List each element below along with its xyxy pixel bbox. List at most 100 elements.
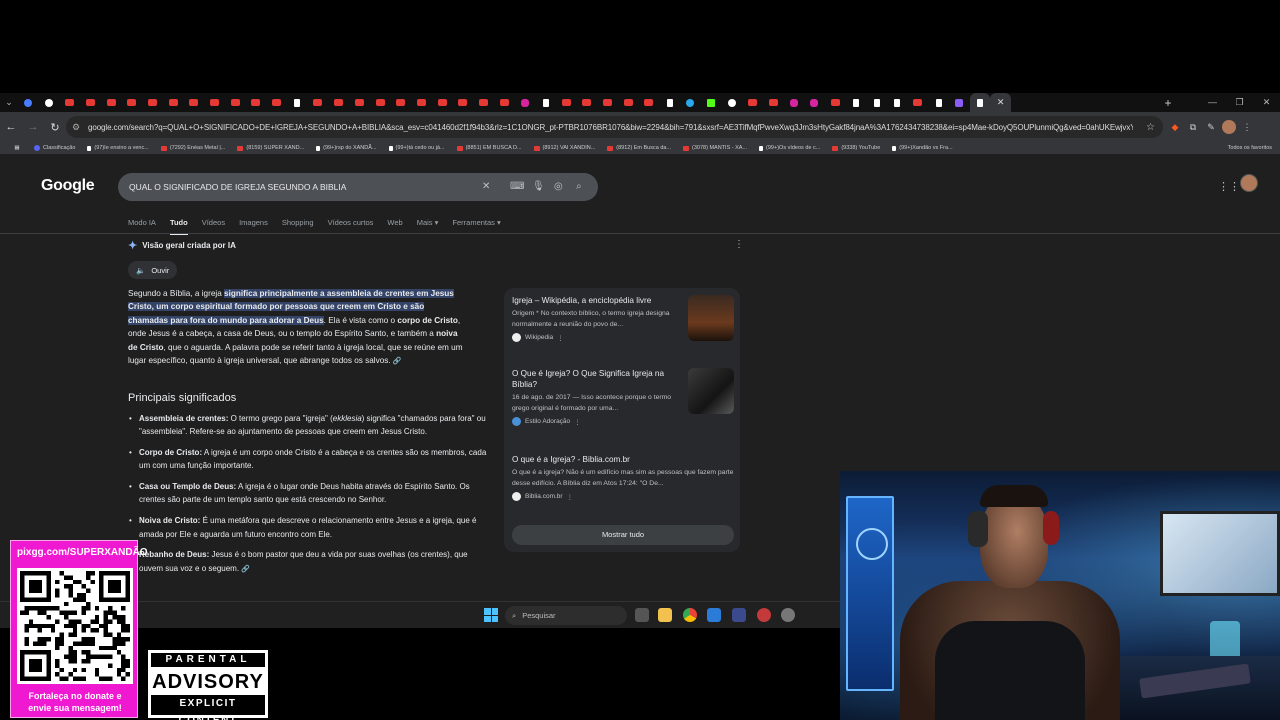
all-bookmarks-folder[interactable]: Todos os favoritos — [1228, 142, 1272, 154]
browser-tab[interactable] — [866, 93, 887, 112]
source-title[interactable]: O Que é Igreja? O Que Significa Igreja n… — [512, 368, 684, 390]
browser-tab[interactable] — [618, 93, 639, 112]
browser-tab[interactable] — [121, 93, 142, 112]
profile-avatar-icon[interactable] — [1222, 120, 1236, 134]
search-query[interactable]: QUAL O SIGNIFICADO DE IGREJA SEGUNDO A B… — [129, 182, 346, 192]
browser-tab[interactable] — [846, 93, 867, 112]
google-logo[interactable]: Google — [41, 177, 95, 195]
bookmark-star-icon[interactable]: ☆ — [1146, 122, 1155, 133]
browser-tab[interactable] — [18, 93, 39, 112]
minimize-icon[interactable]: — — [1199, 93, 1226, 112]
browser-tab[interactable] — [680, 93, 701, 112]
browser-tab[interactable] — [556, 93, 577, 112]
browser-tab[interactable] — [763, 93, 784, 112]
link-icon[interactable]: 🔗 — [239, 566, 250, 573]
browser-tab[interactable] — [246, 93, 267, 112]
source-card[interactable]: O que é a Igreja? - Biblia.com.br O que … — [512, 454, 734, 502]
windows-start-icon[interactable] — [484, 608, 498, 622]
account-avatar[interactable] — [1240, 174, 1258, 192]
file-explorer-icon[interactable] — [658, 608, 672, 622]
browser-tab[interactable] — [949, 93, 970, 112]
bookmark-item[interactable]: (99+)tá cedo ou já... — [388, 142, 445, 154]
search-tab[interactable]: Modo IA — [128, 218, 156, 231]
new-tab-button[interactable]: + — [1158, 96, 1178, 110]
link-icon[interactable]: 🔗 — [393, 358, 402, 365]
forward-icon[interactable]: → — [22, 112, 44, 142]
settings-icon[interactable] — [781, 608, 795, 622]
show-all-button[interactable]: Mostrar tudo — [512, 525, 734, 545]
menu-kebab-icon[interactable]: ⋮ — [1240, 120, 1254, 134]
address-bar[interactable]: ⚙ google.com/search?q=QUAL+O+SIGNIFICADO… — [66, 116, 1163, 138]
browser-tab[interactable] — [59, 93, 80, 112]
bookmark-item[interactable]: (97)Ie ensino a venc... — [87, 142, 149, 154]
search-tab[interactable]: Vídeos curtos — [328, 218, 374, 231]
clear-icon[interactable]: ✕ — [482, 173, 490, 201]
browser-tab[interactable] — [390, 93, 411, 112]
app-icon[interactable] — [732, 608, 746, 622]
more-icon[interactable]: ⋮ — [557, 334, 564, 342]
browser-tab[interactable] — [494, 93, 515, 112]
search-tab[interactable]: Imagens — [239, 218, 268, 231]
browser-tab[interactable] — [515, 93, 536, 112]
browser-tab[interactable] — [411, 93, 432, 112]
browser-tab[interactable] — [804, 93, 825, 112]
bookmark-item[interactable]: (99+)Xandão vs Fra... — [892, 142, 953, 154]
browser-tab[interactable] — [969, 93, 991, 112]
bookmark-item[interactable]: (8912) Em Busca da... — [607, 142, 671, 154]
site-info-icon[interactable]: ⚙ — [72, 122, 88, 133]
search-tab[interactable]: Web — [387, 218, 402, 231]
browser-tab[interactable] — [163, 93, 184, 112]
close-tab-icon[interactable]: ✕ — [990, 93, 1011, 112]
back-icon[interactable]: ← — [0, 112, 22, 142]
source-card[interactable]: Igreja – Wikipédia, a enciclopédia livre… — [512, 295, 734, 343]
browser-tab[interactable] — [370, 93, 391, 112]
reload-icon[interactable]: ↻ — [44, 112, 66, 142]
close-window-icon[interactable]: ✕ — [1253, 93, 1280, 112]
microphone-icon[interactable]: 🎙 — [532, 173, 545, 201]
bookmark-item[interactable]: Classificação — [34, 142, 75, 154]
browser-tab[interactable] — [184, 93, 205, 112]
browser-tab[interactable] — [825, 93, 846, 112]
browser-tab[interactable] — [80, 93, 101, 112]
search-tab[interactable]: Shopping — [282, 218, 314, 231]
browser-tab[interactable] — [742, 93, 763, 112]
browser-tab[interactable] — [39, 93, 60, 112]
browser-tab[interactable] — [887, 93, 908, 112]
lens-icon[interactable]: ◎ — [554, 173, 563, 201]
browser-tab[interactable] — [928, 93, 949, 112]
browser-tab[interactable] — [659, 93, 680, 112]
search-tab[interactable]: Ferramentas ▾ — [452, 218, 500, 231]
bookmark-item[interactable]: (3078) MANTIS - XA... — [683, 142, 747, 154]
url-text[interactable]: google.com/search?q=QUAL+O+SIGNIFICADO+D… — [88, 123, 1133, 132]
browser-tab[interactable] — [639, 93, 660, 112]
extensions-puzzle-icon[interactable]: ⧉ — [1186, 120, 1200, 134]
google-apps-icon[interactable]: ⋮⋮ — [1218, 180, 1240, 193]
browser-tab[interactable] — [432, 93, 453, 112]
more-icon[interactable]: ⋮ — [574, 418, 581, 426]
search-tab[interactable]: Tudo — [169, 218, 188, 235]
browser-tab[interactable] — [597, 93, 618, 112]
bookmark-item[interactable]: (7292) Enéas Metal |... — [160, 142, 225, 154]
browser-tab[interactable] — [577, 93, 598, 112]
search-icon[interactable]: ⌕ — [576, 173, 582, 201]
restore-icon[interactable]: ❐ — [1226, 93, 1253, 112]
browser-tab[interactable] — [204, 93, 225, 112]
bookmark-item[interactable]: (8159) SUPER XAND... — [237, 142, 304, 154]
bookmark-item[interactable]: (8912) VAI XANDIN... — [533, 142, 595, 154]
browser-tab[interactable] — [287, 93, 308, 112]
search-box[interactable]: QUAL O SIGNIFICADO DE IGREJA SEGUNDO A B… — [118, 173, 598, 201]
search-tab[interactable]: Mais ▾ — [417, 218, 439, 231]
tab-search-icon[interactable]: ⌄ — [0, 93, 18, 112]
browser-tab[interactable] — [349, 93, 370, 112]
task-view-icon[interactable] — [635, 608, 649, 622]
bookmark-item[interactable]: (8851) EM BUSCA D... — [456, 142, 522, 154]
more-icon[interactable]: ⋮ — [567, 493, 574, 501]
browser-tab[interactable] — [266, 93, 287, 112]
keyboard-icon[interactable]: ⌨ — [510, 173, 524, 201]
app-icon[interactable] — [707, 608, 721, 622]
source-thumbnail[interactable] — [688, 295, 734, 341]
browser-tab[interactable] — [452, 93, 473, 112]
browser-tab[interactable] — [701, 93, 722, 112]
apps-grid-icon[interactable]: ▦ — [0, 142, 34, 154]
source-title[interactable]: Igreja – Wikipédia, a enciclopédia livre — [512, 295, 684, 306]
